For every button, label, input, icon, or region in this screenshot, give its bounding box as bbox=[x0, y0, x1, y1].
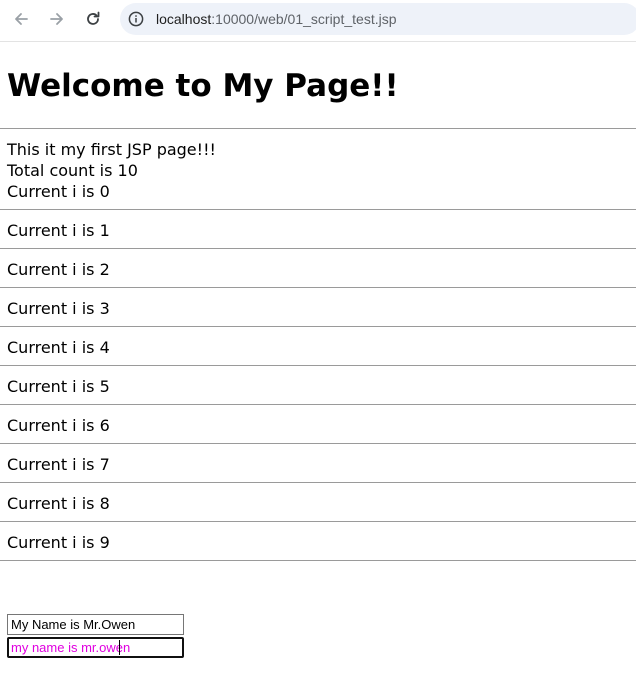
divider bbox=[0, 365, 636, 366]
name-lowercase-input-value: my name is mr.owen bbox=[11, 640, 131, 655]
divider bbox=[0, 248, 636, 249]
arrow-left-icon bbox=[15, 13, 28, 25]
total-count-text: Total count is 10 bbox=[7, 161, 138, 180]
text-caret bbox=[119, 640, 120, 655]
divider bbox=[0, 404, 636, 405]
loop-item: Current i is 3 bbox=[7, 299, 110, 318]
divider bbox=[0, 482, 636, 483]
page-content: Welcome to My Page!! This it my first JS… bbox=[0, 43, 636, 679]
loop-item: Current i is 1 bbox=[7, 221, 110, 240]
url-host: localhost bbox=[156, 11, 212, 27]
loop-item: Current i is 9 bbox=[7, 533, 110, 552]
divider bbox=[0, 443, 636, 444]
reload-icon bbox=[87, 11, 100, 25]
arrow-right-icon bbox=[50, 13, 63, 25]
loop-item: Current i is 8 bbox=[7, 494, 110, 513]
url-text[interactable]: localhost:10000/web/01_script_test.jsp bbox=[156, 3, 397, 35]
divider bbox=[0, 521, 636, 522]
name-lowercase-input[interactable]: my name is mr.owen bbox=[7, 637, 184, 658]
page-heading: Welcome to My Page!! bbox=[7, 68, 399, 104]
loop-item: Current i is 2 bbox=[7, 260, 110, 279]
divider bbox=[0, 287, 636, 288]
loop-item: Current i is 6 bbox=[7, 416, 110, 435]
loop-item: Current i is 5 bbox=[7, 377, 110, 396]
browser-toolbar: localhost:10000/web/01_script_test.jsp bbox=[0, 0, 636, 42]
intro-text: This it my first JSP page!!! bbox=[7, 140, 216, 159]
divider bbox=[0, 560, 636, 561]
divider bbox=[0, 128, 636, 129]
loop-item: Current i is 4 bbox=[7, 338, 110, 357]
divider bbox=[0, 326, 636, 327]
name-input-value: My Name is Mr.Owen bbox=[11, 617, 136, 632]
forward-button[interactable] bbox=[44, 6, 70, 32]
name-input[interactable]: My Name is Mr.Owen bbox=[7, 614, 184, 635]
divider bbox=[0, 209, 636, 210]
loop-item: Current i is 7 bbox=[7, 455, 110, 474]
info-icon[interactable] bbox=[128, 11, 144, 27]
loop-item: Current i is 0 bbox=[7, 182, 110, 201]
back-button[interactable] bbox=[8, 6, 34, 32]
address-bar[interactable]: localhost:10000/web/01_script_test.jsp bbox=[120, 3, 636, 35]
url-path: :10000/web/01_script_test.jsp bbox=[211, 11, 397, 27]
reload-button[interactable] bbox=[80, 6, 106, 32]
